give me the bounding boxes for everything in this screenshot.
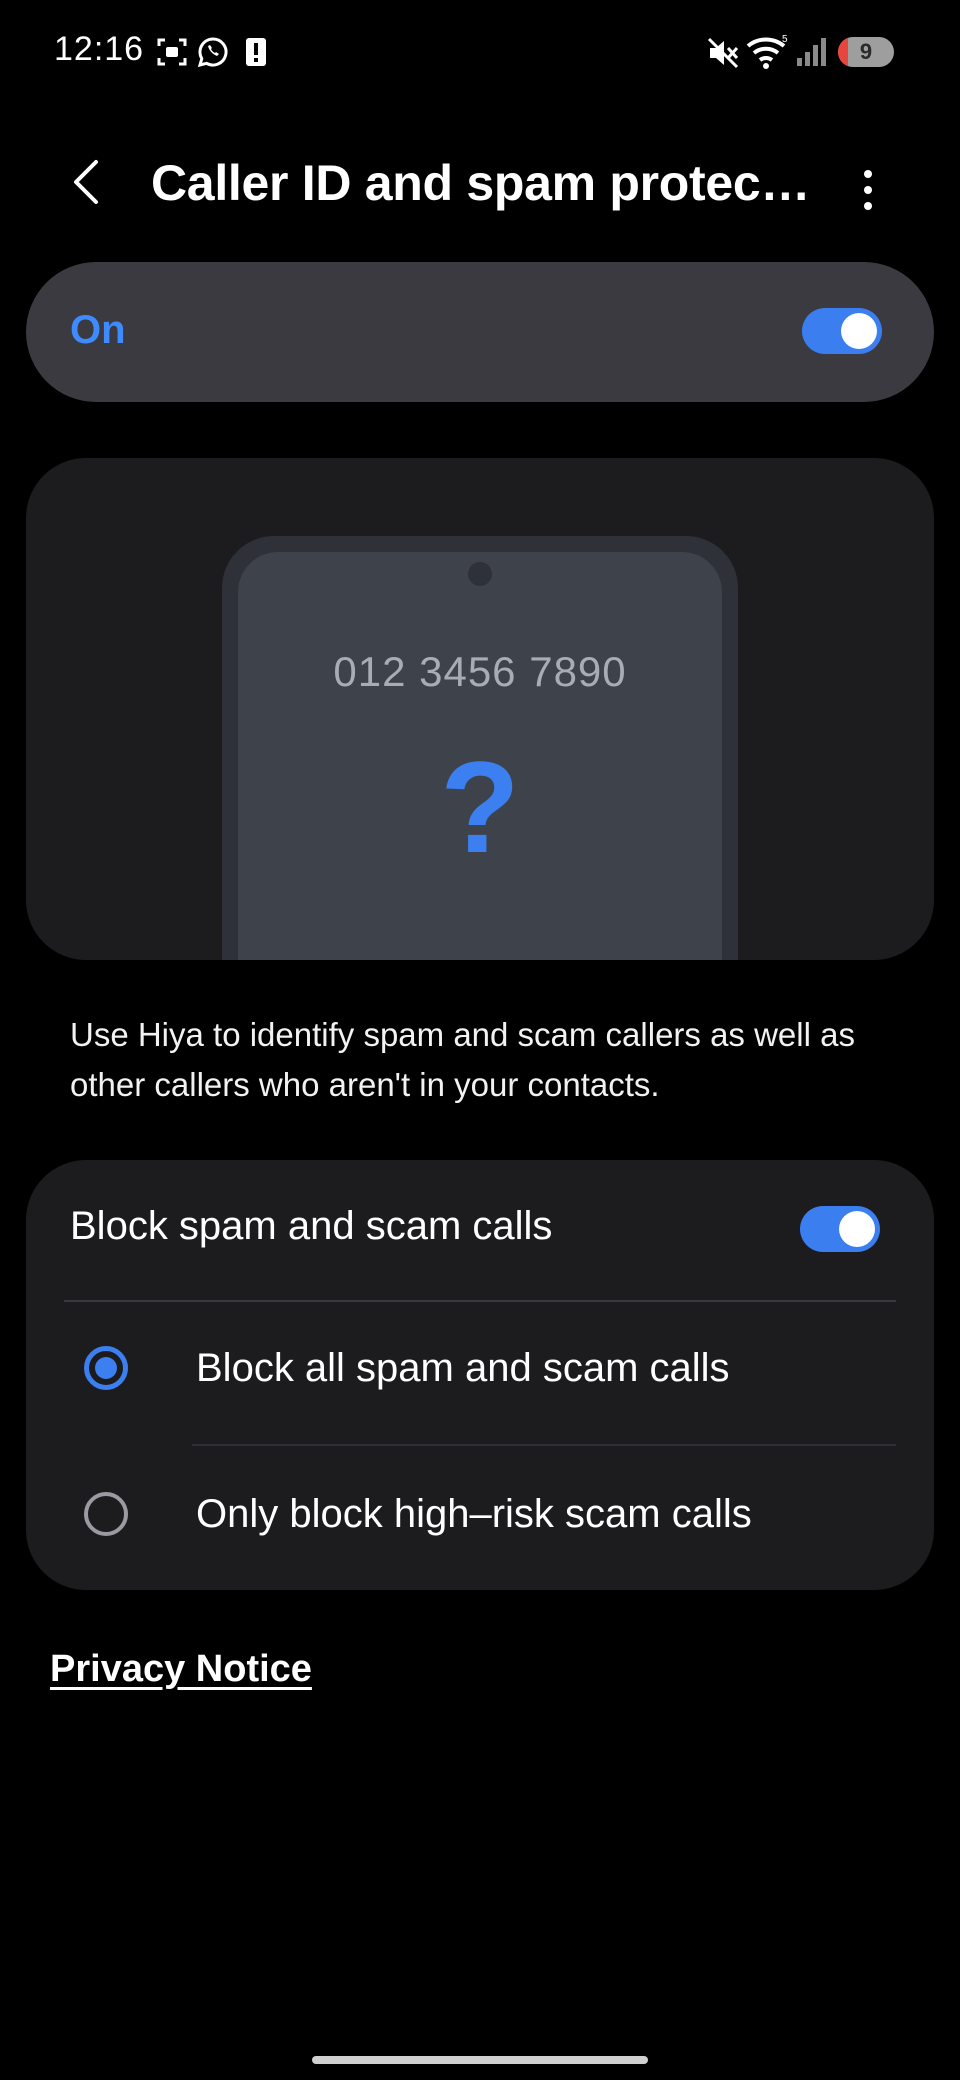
unknown-caller-icon: ? [440, 734, 520, 880]
divider [192, 1444, 896, 1446]
master-toggle[interactable] [802, 308, 882, 354]
battery-icon: 9 [838, 37, 894, 67]
more-vertical-icon [864, 170, 872, 210]
block-spam-label: Block spam and scam calls [70, 1204, 553, 1248]
signal-icon [797, 38, 826, 66]
option-high-risk-only[interactable]: Only block high–risk scam calls [26, 1448, 934, 1588]
page-title: Caller ID and spam protec… [151, 155, 811, 211]
svg-text:5: 5 [782, 34, 788, 45]
master-switch-card[interactable]: On [26, 262, 934, 402]
master-switch-label: On [70, 308, 126, 352]
option-block-all[interactable]: Block all spam and scam calls [26, 1302, 934, 1442]
toggle-knob [839, 1211, 875, 1247]
whatsapp-icon [197, 37, 228, 68]
back-arrow-icon [74, 160, 98, 204]
caller-number: 012 3456 7890 [333, 648, 627, 695]
app-bar: Caller ID and spam protec… [0, 120, 960, 250]
back-button[interactable] [60, 152, 120, 212]
option-label: Block all spam and scam calls [196, 1346, 730, 1390]
gesture-handle[interactable] [312, 2056, 648, 2064]
screenshot-icon [157, 38, 187, 66]
description-text: Use Hiya to identify spam and scam calle… [70, 1016, 855, 1103]
option-label: Only block high–risk scam calls [196, 1492, 752, 1536]
phone-screen: 012 3456 7890 ? [238, 552, 722, 960]
wifi-icon: 5 [746, 34, 788, 69]
radio-unselected-icon[interactable] [84, 1492, 128, 1536]
status-time: 12:16 [54, 30, 145, 68]
privacy-notice-link[interactable]: Privacy Notice [50, 1648, 312, 1691]
more-options-button[interactable] [850, 160, 886, 220]
phone-illustration: 012 3456 7890 ? [222, 536, 738, 960]
camera-dot [468, 562, 492, 586]
block-spam-toggle[interactable] [800, 1206, 880, 1252]
block-spam-card: Block spam and scam calls Block all spam… [26, 1160, 934, 1590]
status-bar: 12:16 5 9 [0, 0, 960, 100]
battery-level: 9 [859, 39, 873, 64]
radio-selected-icon[interactable] [84, 1346, 128, 1390]
illustration-card: 012 3456 7890 ? [26, 458, 934, 960]
mute-icon [707, 37, 739, 69]
toggle-knob [841, 313, 877, 349]
alert-icon [246, 38, 266, 66]
